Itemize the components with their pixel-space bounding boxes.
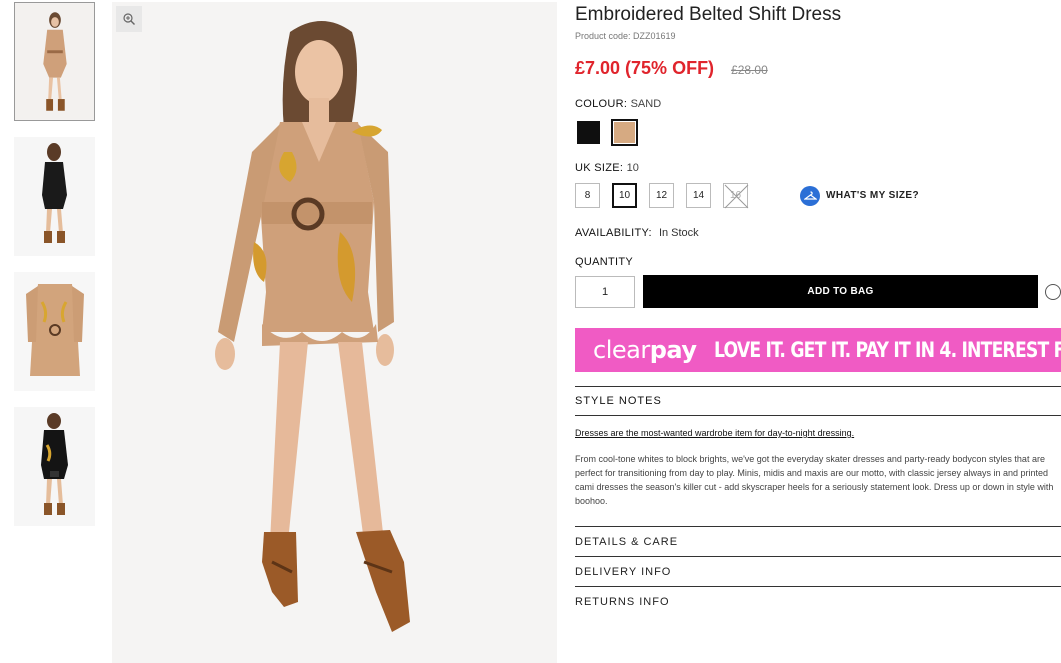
size-options: 8 10 12 14 16 WHAT'S MY SIZE? [575, 183, 1061, 209]
clearpay-banner[interactable]: clearpay LOVE IT. GET IT. PAY IT IN 4. I… [575, 328, 1061, 372]
quantity-row: ADD TO BAG [575, 275, 1061, 308]
thumbnail-3-image [14, 272, 95, 391]
colour-value: SAND [630, 98, 662, 110]
original-price: £28.00 [731, 63, 768, 77]
size-guide-link[interactable]: WHAT'S MY SIZE? [800, 185, 920, 206]
colour-label: COLOUR: SAND [575, 98, 662, 110]
hanger-icon [800, 185, 820, 206]
thumbnail-1-image [15, 3, 94, 120]
style-notes-heading[interactable]: STYLE NOTES [575, 387, 1061, 415]
main-product-image[interactable] [112, 2, 557, 663]
product-details-panel: Embroidered Belted Shift Dress Product c… [575, 0, 1061, 663]
zoom-button[interactable] [116, 6, 142, 32]
accordion-returns-info[interactable]: RETURNS INFO [575, 586, 1061, 616]
quantity-input[interactable] [575, 275, 635, 308]
product-title: Embroidered Belted Shift Dress [575, 4, 842, 25]
size-guide-label: WHAT'S MY SIZE? [826, 190, 920, 201]
add-to-bag-button[interactable]: ADD TO BAG [643, 275, 1038, 308]
style-notes-section: STYLE NOTES Dresses are the most-wanted … [575, 386, 1061, 508]
thumbnail-4-image [14, 407, 95, 526]
size-label: UK SIZE: 10 [575, 162, 639, 174]
wishlist-icon[interactable] [1045, 283, 1061, 300]
swatch-sand[interactable] [611, 119, 638, 146]
size-value: 10 [626, 162, 639, 174]
style-notes-body: From cool-tone whites to block brights, … [575, 454, 1054, 506]
colour-swatches [575, 119, 1061, 146]
availability: AVAILABILITY: In Stock [575, 227, 699, 239]
product-photo [112, 2, 557, 663]
availability-value: In Stock [658, 227, 699, 239]
style-notes-lead: Dresses are the most-wanted wardrobe ite… [575, 428, 855, 438]
zoom-icon [123, 13, 135, 25]
thumbnail-3[interactable] [14, 272, 95, 391]
size-option-12[interactable]: 12 [649, 183, 674, 208]
size-option-16[interactable]: 16 [723, 183, 749, 209]
size-option-14[interactable]: 14 [686, 183, 711, 208]
product-code: Product code: DZZ01619 [575, 31, 676, 41]
thumbnail-4[interactable] [14, 407, 95, 526]
thumbnail-gallery [14, 2, 96, 542]
quantity-label: QUANTITY [575, 256, 634, 268]
swatch-black[interactable] [575, 119, 602, 146]
clearpay-slogan: LOVE IT. GET IT. PAY IT IN 4. INTEREST F… [714, 338, 1061, 362]
thumbnail-2-image [14, 137, 95, 256]
size-option-10[interactable]: 10 [612, 183, 637, 208]
info-accordion: DETAILS & CARE DELIVERY INFO RETURNS INF… [575, 526, 1061, 616]
thumbnail-2[interactable] [14, 137, 95, 256]
price-row: £7.00 (75% OFF) £28.00 [575, 58, 1061, 79]
clearpay-logo: clearpay [593, 336, 697, 364]
current-price: £7.00 (75% OFF) [575, 58, 715, 78]
accordion-delivery-info[interactable]: DELIVERY INFO [575, 556, 1061, 586]
thumbnail-1[interactable] [14, 2, 95, 121]
size-option-8[interactable]: 8 [575, 183, 600, 208]
unavailable-cross-icon [724, 184, 749, 209]
accordion-details-care[interactable]: DETAILS & CARE [575, 526, 1061, 556]
